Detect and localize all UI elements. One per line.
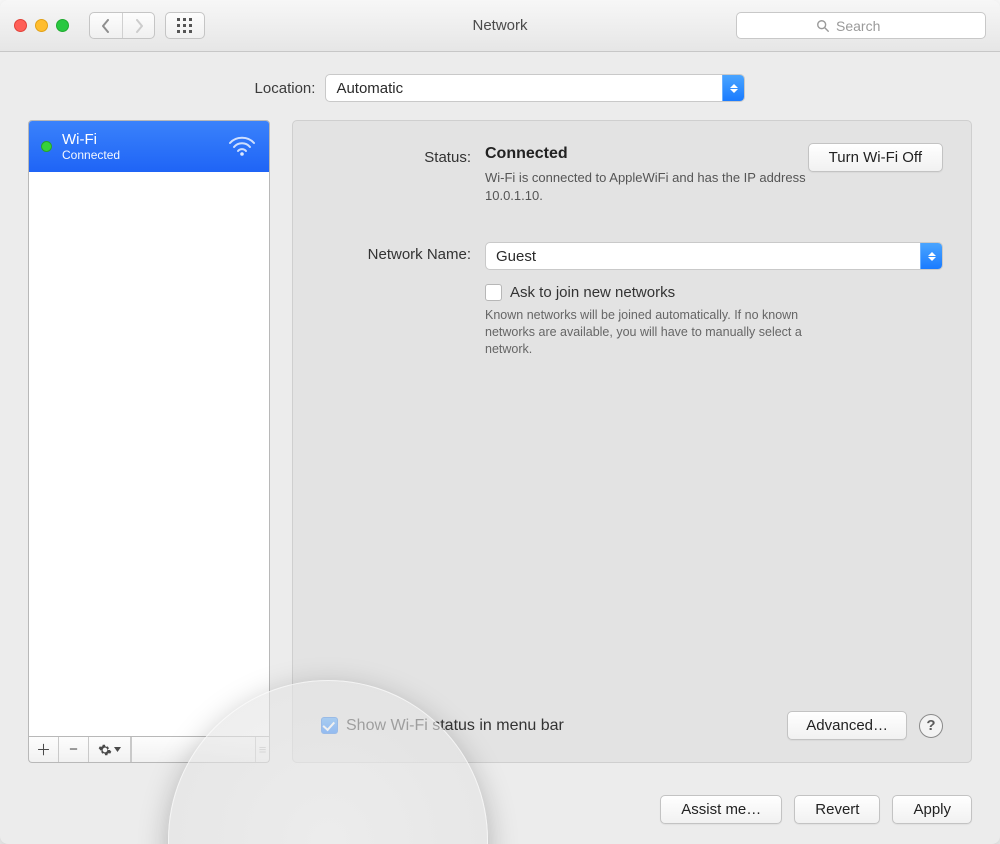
show-all-button[interactable]	[165, 12, 205, 39]
stepper-icon	[920, 243, 942, 269]
zoom-button[interactable]	[56, 19, 69, 32]
ask-to-join-help: Known networks will be joined automatica…	[485, 307, 845, 358]
back-forward-segment	[89, 12, 155, 39]
location-value: Automatic	[336, 80, 403, 97]
toolbar-nav	[89, 12, 205, 39]
ask-to-join-row: Ask to join new networks	[485, 284, 943, 301]
network-name-value: Guest	[496, 248, 536, 265]
service-list[interactable]: Wi-Fi Connected	[28, 120, 270, 737]
services-sidebar: Wi-Fi Connected	[28, 120, 270, 763]
ask-to-join-label: Ask to join new networks	[510, 284, 675, 301]
panel-bottom-row: Show Wi-Fi status in menu bar Advanced… …	[321, 711, 943, 740]
network-preferences-window: Network Location: Automatic	[0, 0, 1000, 844]
status-help-text: Wi-Fi is connected to AppleWiFi and has …	[485, 169, 845, 204]
show-in-menubar-label: Show Wi-Fi status in menu bar	[346, 717, 564, 735]
advanced-button[interactable]: Advanced…	[787, 711, 907, 740]
assist-me-button[interactable]: Assist me…	[660, 795, 782, 824]
location-select[interactable]: Automatic	[325, 74, 745, 102]
close-button[interactable]	[14, 19, 27, 32]
forward-button[interactable]	[122, 13, 154, 38]
titlebar: Network	[0, 0, 1000, 52]
minimize-button[interactable]	[35, 19, 48, 32]
window-controls	[14, 19, 69, 32]
status-label: Status:	[321, 145, 471, 166]
remove-service-button[interactable]: −	[59, 737, 89, 762]
location-label: Location:	[255, 80, 316, 97]
help-button[interactable]: ?	[919, 714, 943, 738]
network-name-label: Network Name:	[321, 242, 471, 263]
ask-to-join-checkbox[interactable]	[485, 284, 502, 301]
grid-icon	[177, 18, 193, 34]
chevron-right-icon	[134, 19, 144, 33]
chevron-left-icon	[101, 19, 111, 33]
apply-button[interactable]: Apply	[892, 795, 972, 824]
resize-handle-icon: ≡	[255, 737, 269, 762]
show-in-menubar-checkbox[interactable]	[321, 717, 338, 734]
footer-buttons: Assist me… Revert Apply	[0, 781, 1000, 844]
search-input[interactable]	[836, 18, 906, 34]
back-button[interactable]	[90, 13, 122, 38]
show-in-menubar-row: Show Wi-Fi status in menu bar	[321, 717, 564, 735]
network-name-row: Network Name: Guest Ask to join new netw…	[321, 242, 943, 358]
service-name: Wi-Fi	[62, 131, 120, 148]
search-icon	[816, 19, 830, 33]
gear-icon	[98, 743, 112, 757]
status-dot-icon	[41, 141, 52, 152]
add-service-button[interactable]: ＋	[29, 737, 59, 762]
detail-panel: Turn Wi-Fi Off Status: Connected Wi-Fi i…	[292, 120, 972, 763]
search-field[interactable]	[736, 12, 986, 39]
network-name-select[interactable]: Guest	[485, 242, 943, 270]
service-status: Connected	[62, 148, 120, 162]
service-text: Wi-Fi Connected	[62, 131, 120, 162]
wifi-icon	[227, 134, 257, 159]
service-actions-button[interactable]	[89, 737, 131, 762]
service-item-wifi[interactable]: Wi-Fi Connected	[29, 121, 269, 172]
stepper-icon	[722, 75, 744, 101]
turn-wifi-off-button[interactable]: Turn Wi-Fi Off	[808, 143, 943, 172]
revert-button[interactable]: Revert	[794, 795, 880, 824]
sidebar-toolbar: ＋ − ≡	[28, 737, 270, 763]
main-content: Wi-Fi Connected	[0, 120, 1000, 781]
location-row: Location: Automatic	[0, 52, 1000, 120]
chevron-down-icon	[114, 747, 121, 752]
